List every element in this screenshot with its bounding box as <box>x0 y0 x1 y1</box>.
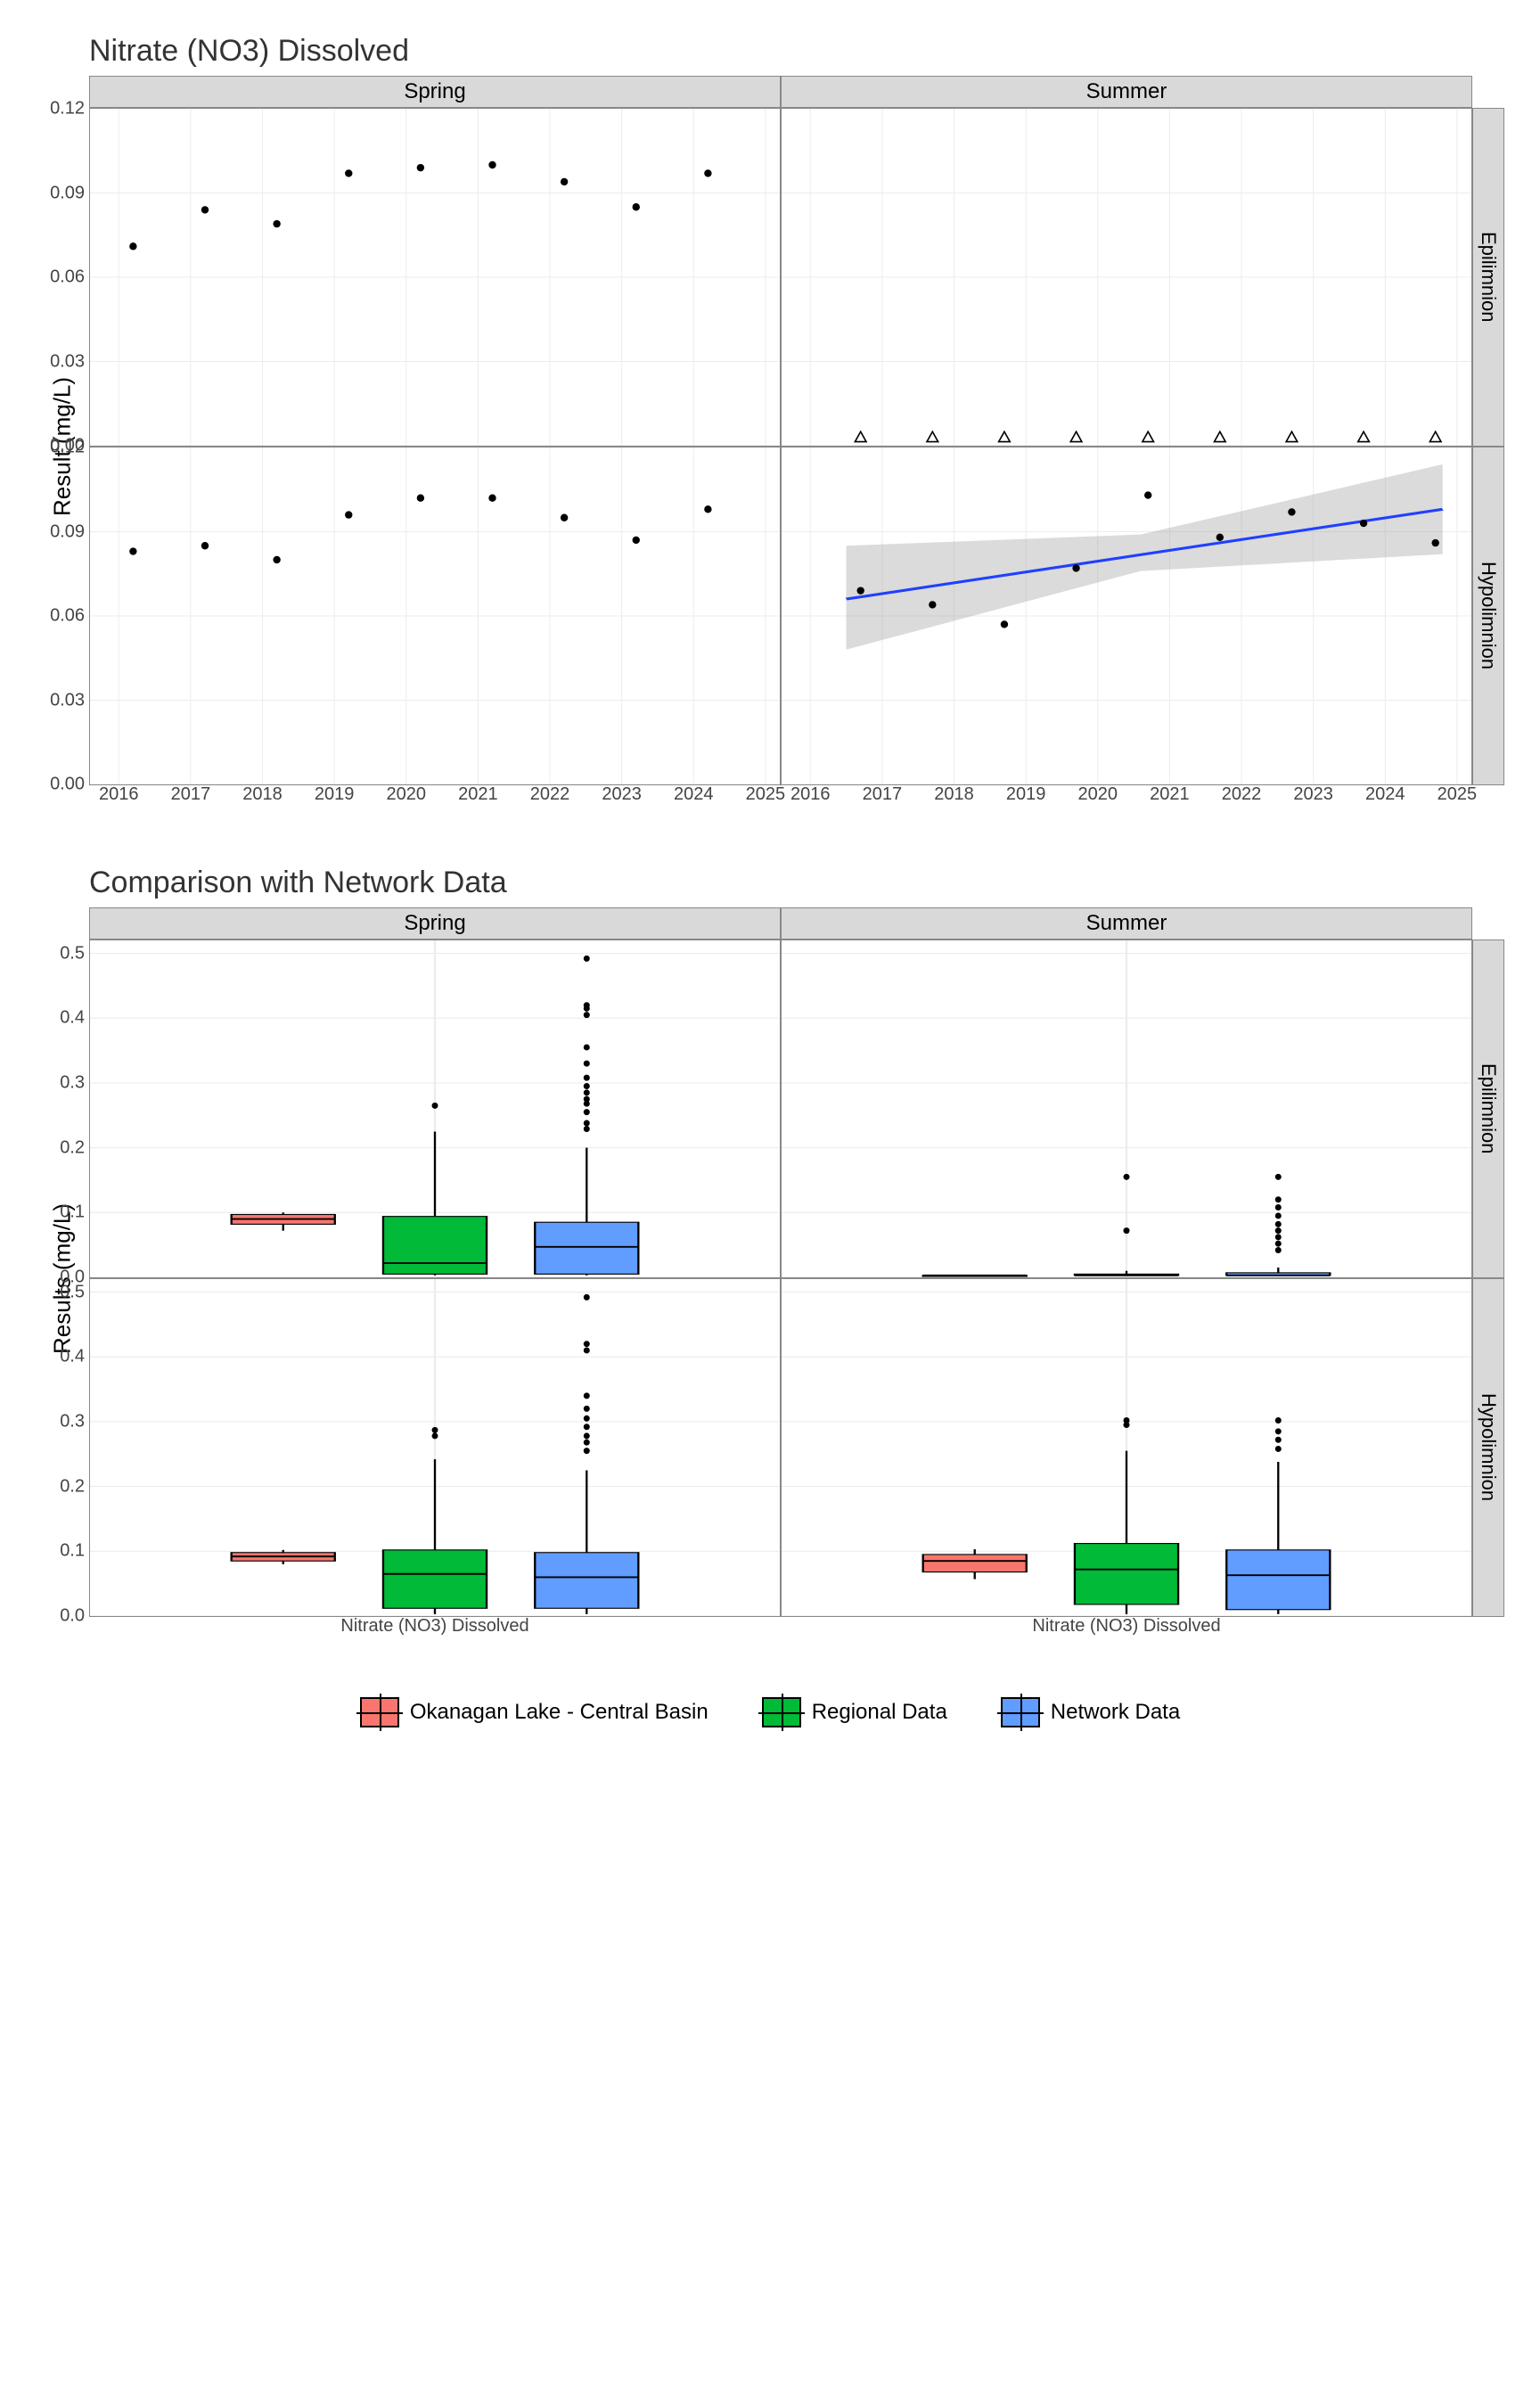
y-ticks: 0.00.10.20.30.40.5 <box>44 1279 88 1616</box>
box-xlabel: Nitrate (NO3) Dissolved <box>90 1616 780 1645</box>
legend-key-icon <box>762 1697 801 1727</box>
scatter-panel-spring-epi: 0.000.030.060.090.12 <box>89 108 781 447</box>
x-ticks: 2016201720182019202020212022202320242025 <box>782 784 1471 809</box>
facet-col-spring-2: Spring <box>89 907 781 940</box>
box-panel-spring-epi: 0.00.10.20.30.40.5 <box>89 940 781 1278</box>
facet-row-hypo-2: Hypolimnion <box>1472 1278 1504 1617</box>
legend-label: Regional Data <box>812 1700 947 1725</box>
scatter-panel-summer-epi <box>781 108 1472 447</box>
legend-item-network: Network Data <box>1001 1697 1180 1727</box>
page: Nitrate (NO3) Dissolved Spring Summer Re… <box>0 0 1540 1754</box>
box-panel-summer-hypo: Nitrate (NO3) Dissolved <box>781 1278 1472 1617</box>
y-ticks: 0.000.030.060.090.12 <box>44 447 88 784</box>
scatter-panel-summer-hypo: 2016201720182019202020212022202320242025 <box>781 447 1472 785</box>
scatter-panel-spring-hypo: 0.000.030.060.090.12 2016201720182019202… <box>89 447 781 785</box>
facet-row-hypo: Hypolimnion <box>1472 447 1504 785</box>
chart2-title: Comparison with Network Data <box>89 866 1504 900</box>
chart1-title: Nitrate (NO3) Dissolved <box>89 34 1504 69</box>
x-ticks: 2016201720182019202020212022202320242025 <box>90 784 780 809</box>
legend-key-icon <box>360 1697 399 1727</box>
y-ticks: 0.00.10.20.30.40.5 <box>44 940 88 1277</box>
facet-col-summer-2: Summer <box>781 907 1472 940</box>
box-xlabel: Nitrate (NO3) Dissolved <box>782 1616 1471 1645</box>
legend-label: Network Data <box>1051 1700 1180 1725</box>
facet-col-summer: Summer <box>781 76 1472 108</box>
chart1-grid: Spring Summer Result (mg/L) 0.000.030.06… <box>36 76 1504 830</box>
legend-label: Okanagan Lake - Central Basin <box>410 1700 709 1725</box>
legend-item-regional: Regional Data <box>762 1697 947 1727</box>
y-ticks: 0.000.030.060.090.12 <box>44 109 88 446</box>
box-panel-spring-hypo: 0.00.10.20.30.40.5 Nitrate (NO3) Dissolv… <box>89 1278 781 1617</box>
legend-key-icon <box>1001 1697 1040 1727</box>
facet-row-epi-2: Epilimnion <box>1472 940 1504 1278</box>
facet-row-epi: Epilimnion <box>1472 108 1504 447</box>
facet-col-spring: Spring <box>89 76 781 108</box>
chart2-grid: Spring Summer Results (mg/L) 0.00.10.20.… <box>36 907 1504 1662</box>
box-panel-summer-epi <box>781 940 1472 1278</box>
legend: Okanagan Lake - Central Basin Regional D… <box>36 1697 1504 1727</box>
legend-item-okanagan: Okanagan Lake - Central Basin <box>360 1697 709 1727</box>
